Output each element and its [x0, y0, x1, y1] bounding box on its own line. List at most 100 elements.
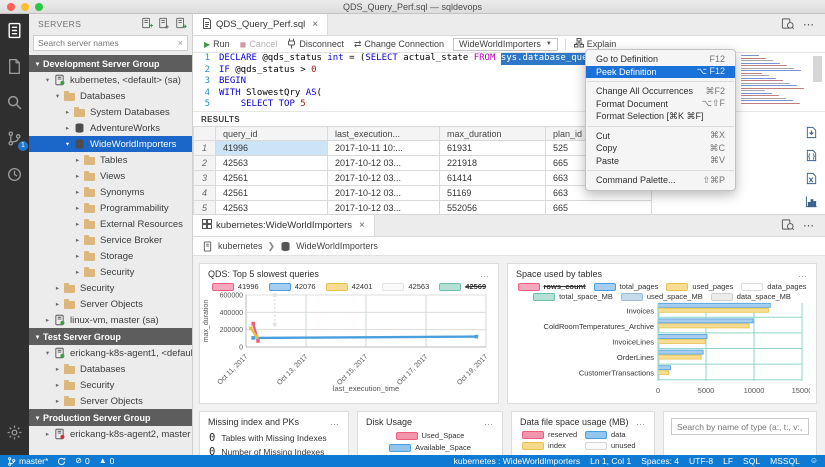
status-item-ln-1-col-1[interactable]: Ln 1, Col 1	[590, 456, 631, 466]
tab-close-icon[interactable]: ×	[312, 19, 318, 30]
tab-qds-query-perf[interactable]: QDS_Query_Perf.sql ×	[193, 14, 328, 35]
grid-cell[interactable]: 42563	[216, 156, 328, 171]
chevron-right-icon[interactable]: ▸	[72, 156, 83, 164]
chevron-right-icon[interactable]: ▸	[72, 220, 83, 228]
column-header-query_id[interactable]: query_id	[216, 127, 328, 141]
chevron-down-icon[interactable]: ▾	[42, 349, 53, 357]
history-clock-icon[interactable]	[6, 166, 23, 183]
grid-cell[interactable]: 665	[546, 201, 652, 215]
tree-item-kubernetes-default-sa[interactable]: ▾kubernetes, <default> (sa)	[29, 72, 192, 88]
column-header-max_duration[interactable]: max_duration	[440, 127, 546, 141]
chevron-right-icon[interactable]: ▸	[42, 316, 53, 324]
row-number-cell[interactable]: 1	[194, 141, 216, 156]
menu-item-peek-definition[interactable]: Peek Definition⌥ F12	[586, 66, 735, 79]
chevron-right-icon[interactable]: ▸	[72, 252, 83, 260]
grid-cell[interactable]: 61414	[440, 171, 546, 186]
grid-cell[interactable]: 2017-10-11 10:...	[328, 141, 440, 156]
error-status-item[interactable]: ⊘0	[75, 456, 89, 466]
object-search-input[interactable]	[671, 418, 809, 435]
servers-icon[interactable]	[6, 22, 23, 39]
tree-item-synonyms[interactable]: ▸Synonyms	[29, 184, 192, 200]
panel-more-icon[interactable]: …	[484, 417, 494, 427]
menu-item-format-selection-k-f[interactable]: Format Selection [⌘K ⌘F]	[586, 110, 735, 123]
menu-item-cut[interactable]: Cut⌘X	[586, 130, 735, 143]
chevron-right-icon[interactable]: ▸	[52, 300, 63, 308]
chevron-right-icon[interactable]: ▸	[72, 204, 83, 212]
legend-item-used_pages[interactable]: used_pages	[666, 282, 733, 291]
legend-item-index[interactable]: index	[522, 441, 581, 450]
legend-item-data_pages[interactable]: data_pages	[741, 282, 806, 291]
panel-more-icon[interactable]: …	[636, 417, 646, 427]
tree-item-programmability[interactable]: ▸Programmability	[29, 200, 192, 216]
legend-item-42076[interactable]: 42076	[269, 282, 316, 291]
source-control-icon[interactable]: 1	[6, 130, 23, 147]
grid-cell[interactable]: 2017-10-12 03...	[328, 201, 440, 215]
server-search-input[interactable]	[38, 38, 178, 48]
menu-item-change-all-occurrences[interactable]: Change All Occurrences⌘F2	[586, 85, 735, 98]
server-group-header[interactable]: ▾Production Server Group	[29, 409, 192, 426]
legend-item-41996[interactable]: 41996	[212, 282, 259, 291]
connection-dropdown[interactable]: WideWorldImporters ▼	[453, 38, 558, 51]
grid-cell[interactable]: 2017-10-12 03...	[328, 186, 440, 201]
branch-status-item[interactable]: master*	[7, 456, 48, 466]
tree-item-security[interactable]: ▸Security	[29, 264, 192, 280]
legend-item-used_space_MB[interactable]: used_space_MB	[621, 292, 703, 301]
breadcrumb-server[interactable]: kubernetes	[218, 241, 263, 251]
row-number-cell[interactable]: 4	[194, 186, 216, 201]
tree-item-system-databases[interactable]: ▸System Databases	[29, 104, 192, 120]
row-number-cell[interactable]: 3	[194, 171, 216, 186]
legend-item-Available_Space[interactable]: Available_Space	[389, 443, 471, 452]
status-item-sql[interactable]: SQL	[743, 456, 760, 466]
save-as-csv-icon[interactable]	[805, 126, 818, 142]
tree-item-adventureworks[interactable]: ▸AdventureWorks	[29, 120, 192, 136]
chevron-down-icon[interactable]: ▾	[32, 414, 43, 422]
legend-item-42569[interactable]: 42569	[439, 282, 486, 291]
chevron-right-icon[interactable]: ▸	[72, 188, 83, 196]
row-number-cell[interactable]: 5	[194, 201, 216, 215]
tree-item-external-resources[interactable]: ▸External Resources	[29, 216, 192, 232]
menu-item-command-palette[interactable]: Command Palette...⇧⌘P	[586, 174, 735, 187]
legend-item-42563[interactable]: 42563	[382, 282, 429, 291]
clear-search-icon[interactable]: ×	[178, 39, 183, 48]
legend-item-total_space_MB[interactable]: total_space_MB	[533, 292, 613, 301]
tree-item-security[interactable]: ▸Security	[29, 377, 192, 393]
split-editor-icon[interactable]	[781, 218, 794, 234]
grid-cell[interactable]: 61931	[440, 141, 546, 156]
legend-item-unused[interactable]: unused	[585, 441, 644, 450]
sync-status-item[interactable]	[57, 457, 66, 466]
warning-status-item[interactable]: ▲0	[99, 456, 115, 466]
status-item-spaces-4[interactable]: Spaces: 4	[641, 456, 679, 466]
more-actions-icon[interactable]: ⋯	[803, 219, 815, 232]
status-item-lf[interactable]: LF	[723, 456, 733, 466]
tree-item-databases[interactable]: ▾Databases	[29, 88, 192, 104]
tree-item-service-broker[interactable]: ▸Service Broker	[29, 232, 192, 248]
tree-item-tables[interactable]: ▸Tables	[29, 152, 192, 168]
grid-cell[interactable]: 552056	[440, 201, 546, 215]
chevron-right-icon[interactable]: ▸	[62, 108, 73, 116]
status-item-kubernetes-wideworldimporters[interactable]: kubernetes : WideWorldImporters	[454, 456, 580, 466]
close-window-button[interactable]	[7, 3, 15, 11]
tree-item-wideworldimporters[interactable]: ▾WideWorldImporters	[29, 136, 192, 152]
tree-item-linux-vm-master-sa[interactable]: ▸linux-vm, master (sa)	[29, 312, 192, 328]
server-group-header[interactable]: ▾Development Server Group	[29, 55, 192, 72]
tab-dashboard[interactable]: kubernetes:WideWorldImporters ×	[193, 215, 375, 236]
menu-item-format-document[interactable]: Format Document⌥⇧F	[586, 98, 735, 111]
chevron-right-icon[interactable]: ▸	[72, 236, 83, 244]
chevron-right-icon[interactable]: ▸	[72, 172, 83, 180]
minimize-window-button[interactable]	[21, 3, 29, 11]
legend-item-total_pages[interactable]: total_pages	[594, 282, 659, 291]
settings-gear-icon[interactable]	[6, 424, 23, 441]
chevron-down-icon[interactable]: ▾	[62, 140, 73, 148]
tree-item-server-objects[interactable]: ▸Server Objects	[29, 296, 192, 312]
menu-item-copy[interactable]: Copy⌘C	[586, 142, 735, 155]
tab-close-icon[interactable]: ×	[359, 220, 365, 231]
editor-scrollbar[interactable]	[813, 56, 822, 82]
chevron-right-icon[interactable]: ▸	[52, 397, 63, 405]
server-group-header[interactable]: ▾Test Server Group	[29, 328, 192, 345]
new-server-group-icon[interactable]	[158, 17, 170, 32]
active-connections-icon[interactable]	[175, 17, 187, 32]
grid-cell[interactable]: 2017-10-12 03...	[328, 171, 440, 186]
save-as-json-icon[interactable]	[805, 149, 818, 165]
grid-cell[interactable]: 42561	[216, 171, 328, 186]
grid-cell[interactable]: 42563	[216, 201, 328, 215]
